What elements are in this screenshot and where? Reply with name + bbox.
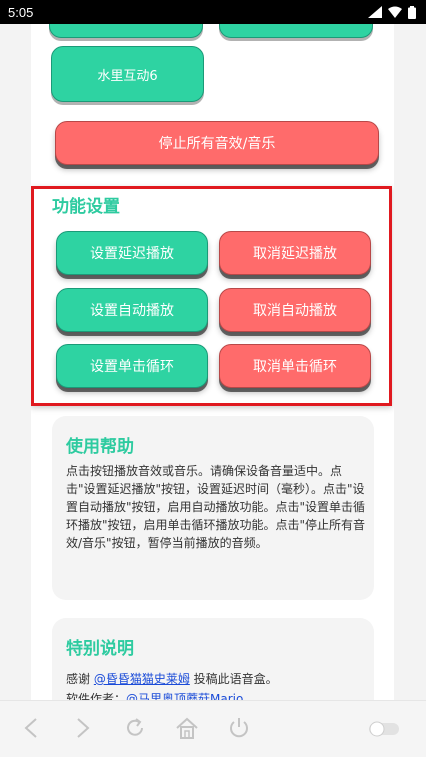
set-loop-button[interactable]: 设置单击循环 (56, 344, 208, 388)
status-bar: 5:05 (0, 0, 426, 24)
water-interaction-6-button[interactable]: 水里互动6 (51, 46, 204, 102)
thanks-suffix: 投稿此语音盒。 (189, 672, 278, 686)
author-line: 软件作者：@马里奥顶蘑菇Mario (66, 690, 243, 700)
help-title: 使用帮助 (66, 437, 134, 457)
top-button-left-partial[interactable] (49, 24, 203, 38)
set-delay-button[interactable]: 设置延迟播放 (56, 231, 208, 275)
refresh-icon[interactable] (124, 717, 146, 739)
stop-all-button[interactable]: 停止所有音效/音乐 (55, 121, 379, 165)
home-icon[interactable] (175, 717, 199, 739)
help-text: 点击按钮播放音效或音乐。请确保设备音量适中。点击"设置延迟播放"按钮，设置延迟时… (66, 464, 366, 550)
special-card: 特别说明 感谢 @昏昏猫猫史莱姆 投稿此语音盒。 软件作者：@马里奥顶蘑菇Mar… (52, 618, 374, 700)
set-auto-button[interactable]: 设置自动播放 (56, 288, 208, 332)
thanks-link[interactable]: @昏昏猫猫史莱姆 (94, 672, 190, 686)
back-icon[interactable] (22, 717, 40, 739)
thanks-prefix: 感谢 (66, 672, 94, 686)
cancel-loop-button[interactable]: 取消单击循环 (219, 344, 371, 388)
forward-icon[interactable] (74, 717, 92, 739)
top-button-right-partial[interactable] (219, 24, 373, 38)
status-icons (368, 5, 416, 19)
battery-icon (408, 5, 416, 19)
browser-nav-bar (0, 700, 426, 757)
help-card: 使用帮助 点击按钮播放音效或音乐。请确保设备音量适中。点击"设置延迟播放"按钮，… (52, 416, 374, 600)
special-title: 特别说明 (66, 639, 134, 659)
toggle-icon[interactable] (368, 721, 400, 737)
content-panel: 水里互动6 停止所有音效/音乐 功能设置 设置延迟播放 取消延迟播放 设置自动播… (31, 24, 394, 700)
power-icon[interactable] (228, 717, 250, 739)
cancel-delay-button[interactable]: 取消延迟播放 (219, 231, 371, 275)
author-prefix: 软件作者： (66, 692, 127, 700)
status-time: 5:05 (8, 4, 34, 20)
signal-icon (368, 6, 382, 18)
thanks-line: 感谢 @昏昏猫猫史莱姆 投稿此语音盒。 (66, 670, 278, 687)
function-settings-title: 功能设置 (52, 197, 120, 217)
author-link[interactable]: @马里奥顶蘑菇Mario (126, 692, 243, 700)
cancel-auto-button[interactable]: 取消自动播放 (219, 288, 371, 332)
function-settings-box: 功能设置 设置延迟播放 取消延迟播放 设置自动播放 取消自动播放 设置单击循环 … (31, 186, 392, 406)
wifi-icon (388, 6, 402, 18)
